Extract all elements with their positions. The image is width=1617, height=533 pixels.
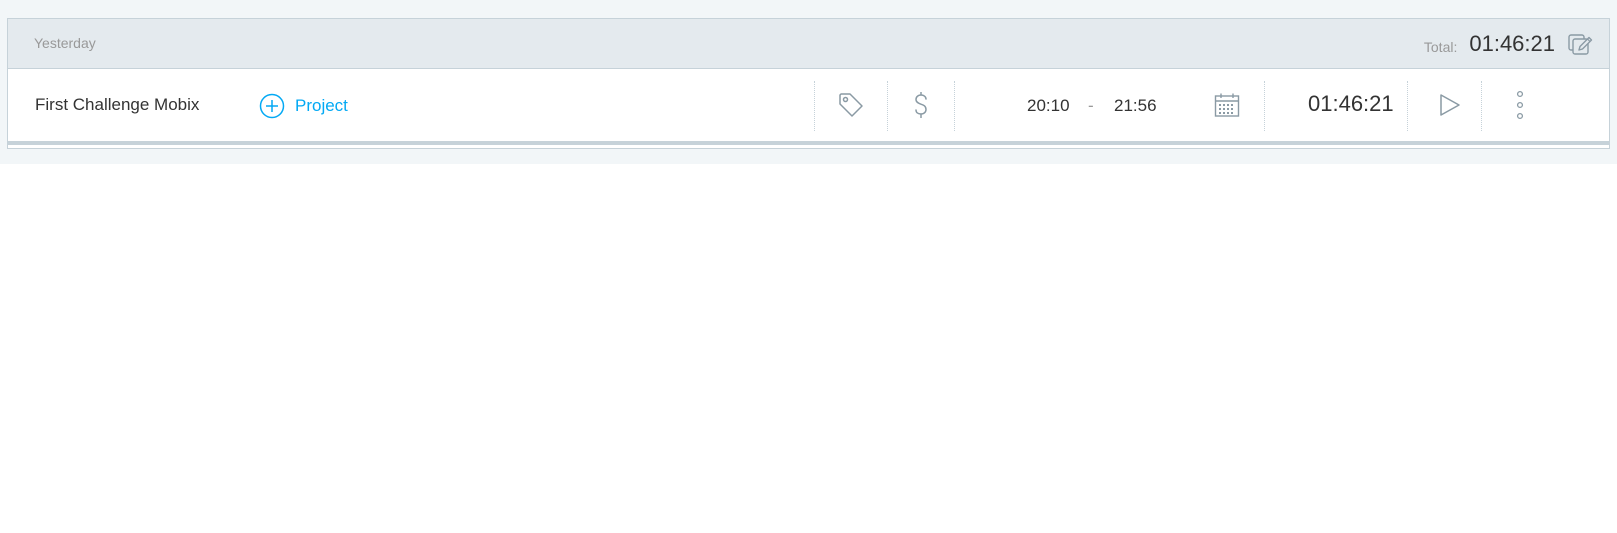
time-entry-group: Yesterday Total: 01:46:21 First Challeng…	[7, 18, 1610, 149]
day-label: Yesterday	[34, 35, 96, 51]
continue-timer-button[interactable]	[1438, 93, 1462, 117]
dollar-icon[interactable]	[911, 91, 931, 121]
more-vertical-icon[interactable]	[1514, 90, 1526, 120]
total-label: Total:	[1423, 39, 1458, 55]
time-entry-row: First Challenge Mobix Project 20:10 - 21…	[8, 69, 1609, 145]
more-actions-button[interactable]	[1514, 90, 1526, 120]
billable-button[interactable]	[911, 91, 931, 121]
total-value: 01:46:21	[1469, 31, 1555, 56]
end-time-input[interactable]: 21:56	[1114, 96, 1157, 116]
project-label[interactable]: Project	[295, 96, 348, 116]
divider	[1481, 81, 1482, 131]
group-total: Total: 01:46:21	[1424, 27, 1593, 61]
entry-description[interactable]: First Challenge Mobix	[35, 95, 199, 115]
divider	[1264, 81, 1265, 131]
date-picker-button[interactable]	[1214, 92, 1240, 118]
bulk-edit-icon[interactable]	[1567, 31, 1593, 57]
tag-icon[interactable]	[837, 91, 865, 119]
tag-button[interactable]	[837, 91, 865, 119]
project-picker[interactable]: Project	[259, 93, 348, 119]
divider	[954, 81, 955, 131]
time-separator: -	[1088, 96, 1094, 115]
calendar-icon[interactable]	[1214, 92, 1240, 118]
start-time-input[interactable]: 20:10	[1027, 96, 1070, 116]
group-header: Yesterday Total: 01:46:21	[8, 19, 1609, 69]
divider	[1407, 81, 1408, 131]
row-bottom-border	[8, 141, 1609, 145]
divider	[887, 81, 888, 131]
add-project-icon[interactable]	[259, 93, 285, 119]
play-icon[interactable]	[1438, 93, 1462, 117]
divider	[814, 81, 815, 131]
duration-input[interactable]: 01:46:21	[1308, 91, 1394, 117]
